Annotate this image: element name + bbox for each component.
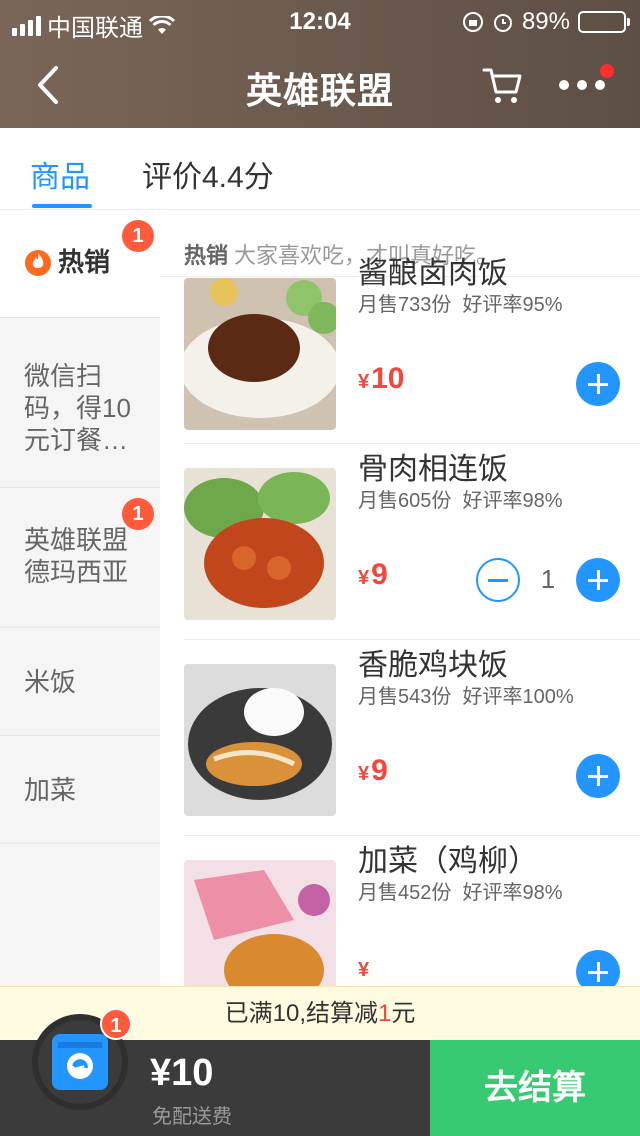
sidebar-item-label: 热销 xyxy=(58,247,111,277)
status-bar: 中国联通 12:04 89% xyxy=(0,0,640,42)
quantity-value: 1 xyxy=(540,564,556,594)
item-meta: 月售452份 好评率98% xyxy=(358,882,563,904)
food-image xyxy=(184,278,336,430)
cart-total: ¥10 xyxy=(150,1052,214,1094)
sidebar-badge: 1 xyxy=(122,220,154,252)
cart-box-icon xyxy=(52,1034,108,1090)
tab-reviews[interactable]: 评价4.4分 xyxy=(142,152,274,196)
item-price: ¥9 xyxy=(358,754,388,787)
nav-bar: 英雄联盟 xyxy=(0,42,640,128)
sidebar-item-rice[interactable]: 米饭 xyxy=(0,628,160,736)
checkout-button[interactable]: 去结算 xyxy=(430,1040,640,1136)
battery-percent: 89% xyxy=(521,8,570,35)
item-price: ¥9 xyxy=(358,558,388,591)
cart-icon[interactable] xyxy=(482,64,524,106)
food-image xyxy=(184,664,336,816)
item-name: 酱酿卤肉饭 xyxy=(358,257,508,290)
list-item[interactable]: 香脆鸡块饭 月售543份 好评率100% ¥9 xyxy=(184,640,640,836)
sidebar-item-label: 加菜 xyxy=(24,775,77,805)
category-sidebar: 热销 1 微信扫码，得10元订餐… 英雄联盟德玛西亚 1 米饭 加菜 xyxy=(0,210,160,1040)
item-meta: 月售605份 好评率98% xyxy=(358,490,563,512)
item-name: 香脆鸡块饭 xyxy=(358,649,508,682)
sidebar-item-wechat-promo[interactable]: 微信扫码，得10元订餐… xyxy=(0,318,160,488)
cart-count-badge: 1 xyxy=(100,1008,132,1040)
promo-amount: 1 xyxy=(378,1000,392,1027)
add-button[interactable] xyxy=(576,754,620,798)
page-title: 英雄联盟 xyxy=(245,70,394,111)
item-name: 加菜（鸡柳） xyxy=(358,845,538,878)
list-item[interactable]: 酱酿卤肉饭 月售733份 好评率95% ¥10 xyxy=(184,248,640,444)
alarm-icon xyxy=(493,14,512,32)
sidebar-item-label: 米饭 xyxy=(24,667,77,697)
item-name: 骨肉相连饭 xyxy=(358,453,508,486)
sidebar-item-lol[interactable]: 英雄联盟德玛西亚 1 xyxy=(0,488,160,628)
add-button[interactable] xyxy=(576,558,620,602)
sidebar-item-hot[interactable]: 热销 1 xyxy=(0,210,160,318)
product-list: 热销 大家喜欢吃，才叫真好吃。 酱酿卤肉饭 月售733份 好评率95% ¥10 骨… xyxy=(160,210,640,1040)
rotation-lock-icon xyxy=(462,12,483,32)
item-price: ¥ xyxy=(358,959,370,981)
sidebar-item-label: 英雄联盟德玛西亚 xyxy=(24,525,129,587)
flame-icon xyxy=(25,250,51,276)
checkout-bar: 1 ¥10 免配送费 去结算 xyxy=(0,1008,640,1136)
food-image xyxy=(184,468,336,620)
sidebar-badge: 1 xyxy=(122,498,154,530)
sidebar-item-label: 微信扫码，得10元订餐… xyxy=(24,361,131,455)
add-button[interactable] xyxy=(576,362,620,406)
tab-bar: 商品 评价4.4分 xyxy=(0,128,640,210)
decrease-button[interactable] xyxy=(476,558,520,602)
tab-products[interactable]: 商品 xyxy=(30,152,90,196)
item-price: ¥10 xyxy=(358,362,405,395)
item-meta: 月售733份 好评率95% xyxy=(358,294,563,316)
eleme-logo-icon xyxy=(58,1042,102,1079)
tab-indicator xyxy=(32,204,92,208)
sidebar-item-extras[interactable]: 加菜 xyxy=(0,736,160,844)
battery-icon xyxy=(578,11,630,33)
list-item[interactable]: 骨肉相连饭 月售605份 好评率98% ¥9 1 xyxy=(184,444,640,640)
notification-dot xyxy=(600,64,614,78)
header: 中国联通 12:04 89% 英雄联盟 xyxy=(0,0,640,128)
item-meta: 月售543份 好评率100% xyxy=(358,686,574,708)
delivery-fee: 免配送费 xyxy=(152,1106,232,1128)
